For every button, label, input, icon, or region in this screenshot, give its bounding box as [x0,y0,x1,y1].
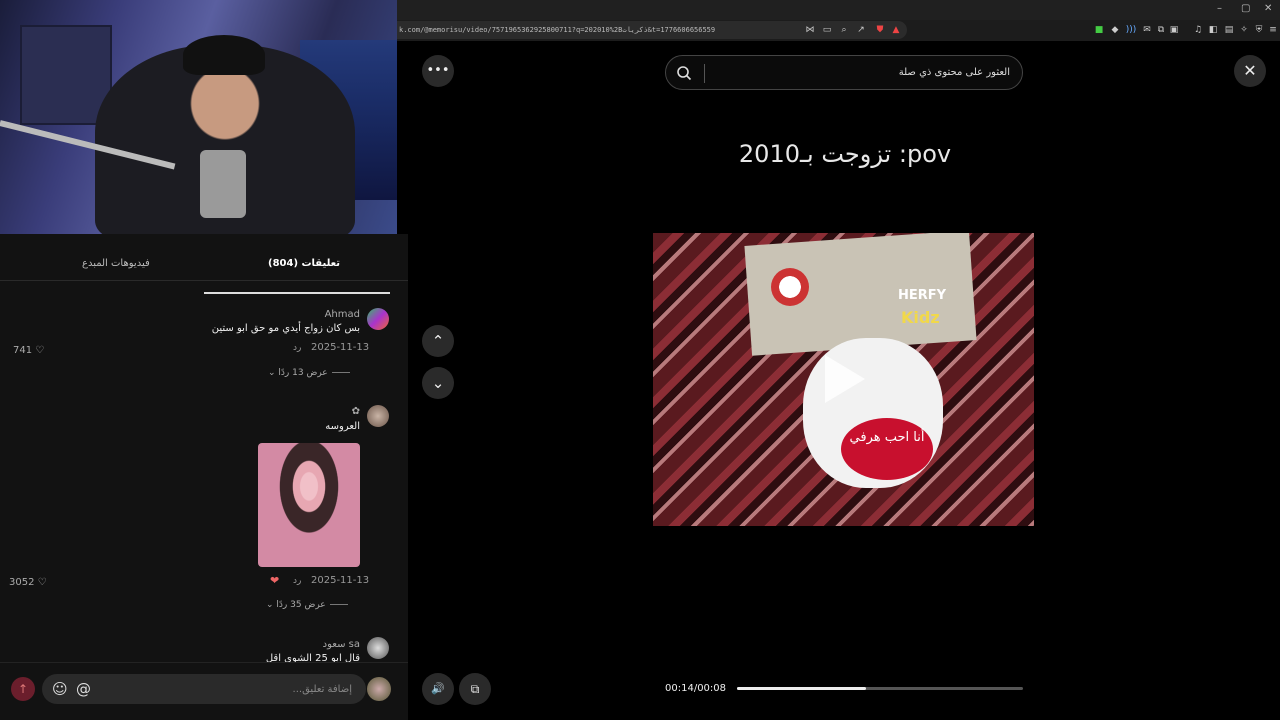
menu-icon[interactable]: ≡ [1267,24,1279,36]
browser-toolbar: – ▢ ✕ k.com/@memorisu/video/757196536292… [397,0,1280,41]
streamer-phone [200,150,246,218]
related-search-bar [665,55,1023,90]
audio-extension-icon[interactable]: ))) [1125,24,1137,36]
screenshot-icon[interactable]: ▭ [821,24,833,36]
video-kidz-text: Kidz [901,308,940,327]
comment-author[interactable]: ✿ [340,406,360,417]
comment-text: قال ابو 25 الشوي اقل [265,653,360,662]
progress-fill [737,687,866,690]
extension-badge-icon[interactable]: ■ [1093,24,1105,36]
arrow-up-icon: ↑ [17,682,29,696]
comment-author[interactable]: سعود sa [320,639,360,650]
tab-creator-videos[interactable]: فيديوهات المبدع [82,258,150,269]
chevron-down-icon: ⌄ [431,374,445,392]
emoji-icon[interactable]: ☺ [52,680,68,698]
video-herfy-text: HERFY [898,288,947,303]
volume-icon: 🔊 [431,682,445,695]
avatar[interactable] [367,308,389,330]
previous-video-button[interactable]: ⌃ [422,325,454,357]
mail-extension-icon[interactable]: ✉ [1141,24,1153,36]
close-icon: ✕ [1243,61,1257,80]
wallet-icon[interactable]: ▤ [1223,24,1235,36]
video-heart-text: أنا احب هرفي [841,418,933,480]
rewards-icon[interactable]: ▲ [890,24,902,36]
extension-icon[interactable]: ⋈ [804,24,816,36]
progress-bar[interactable] [737,687,1023,690]
diamond-extension-icon[interactable]: ◆ [1109,24,1121,36]
comment-text: العروسه [325,421,360,432]
volume-button[interactable]: 🔊 [422,673,454,705]
panel-tabs: (804) تعليقات فيديوهات المبدع [0,249,408,294]
webcam-overlay [0,0,397,234]
avatar[interactable] [367,405,389,427]
creator-liked-icon: ❤ [270,574,280,587]
brave-shield-icon[interactable]: ⛊ [874,24,886,36]
comment-sticker-image [258,443,360,567]
more-icon: ••• [426,63,450,78]
sidebar-icon[interactable]: ◧ [1207,24,1219,36]
comment-text: بس كان زواج أيدي مو حق ابو ستين [211,323,360,334]
search-separator [704,64,705,83]
avatar[interactable] [367,637,389,659]
chevron-down-icon: ⌄ [268,368,276,378]
reply-button[interactable]: رد [293,576,301,586]
more-options-button[interactable]: ••• [422,55,454,87]
next-video-button[interactable]: ⌄ [422,367,454,399]
reply-button[interactable]: رد [293,343,301,353]
heart-icon: ♡ [37,577,47,588]
minimize-button[interactable]: – [1217,3,1222,14]
streamer-hair [183,35,265,75]
related-search-input[interactable] [710,56,1010,89]
vpn-icon[interactable]: ⛨ [1253,24,1265,36]
comment-date: 2025-11-13 [311,342,370,353]
comment-author[interactable]: Ahmad [300,309,360,320]
heart-icon: ♡ [35,345,45,356]
send-comment-button[interactable]: ↑ [11,677,35,701]
window-close-button[interactable]: ✕ [1264,3,1272,14]
comment-date: 2025-11-13 [311,575,370,586]
browser-titlebar [397,0,1280,20]
active-tab-indicator [204,292,390,294]
video-caption: تزوجت بـ2010 :pov [738,140,952,168]
user-avatar[interactable] [367,677,391,701]
comment-input-wrapper: ☺ @ [42,674,366,704]
view-replies-button[interactable]: ⌄ عرض 13 ردًا [268,368,350,378]
search-icon[interactable] [676,65,692,81]
video-ball [771,268,809,306]
like-count[interactable]: 741 ♡ [13,345,44,356]
picture-in-picture-button[interactable]: ⧉ [459,673,491,705]
playback-time: 00:14/00:08 [665,683,727,694]
tab-comments[interactable]: (804) تعليقات [268,258,340,269]
zoom-icon[interactable]: ⌕ [838,24,850,36]
close-video-button[interactable]: ✕ [1234,55,1266,87]
chevron-up-icon: ⌃ [431,332,445,350]
view-replies-button[interactable]: ⌄ عرض 35 ردًا [266,600,348,610]
like-count[interactable]: 3052 ♡ [9,577,47,588]
media-icon[interactable]: ♫ [1192,24,1204,36]
comment-input[interactable] [102,674,352,704]
play-icon[interactable] [825,355,865,403]
tab-extension-icon[interactable]: ▣ [1168,24,1180,36]
chevron-down-icon: ⌄ [266,600,274,610]
mention-icon[interactable]: @ [76,680,91,698]
maximize-button[interactable]: ▢ [1241,3,1250,14]
pip-icon: ⧉ [470,682,480,696]
puzzle-extension-icon[interactable]: ⧉ [1155,24,1167,36]
share-icon[interactable]: ↗ [855,24,867,36]
leo-icon[interactable]: ✧ [1238,24,1250,36]
